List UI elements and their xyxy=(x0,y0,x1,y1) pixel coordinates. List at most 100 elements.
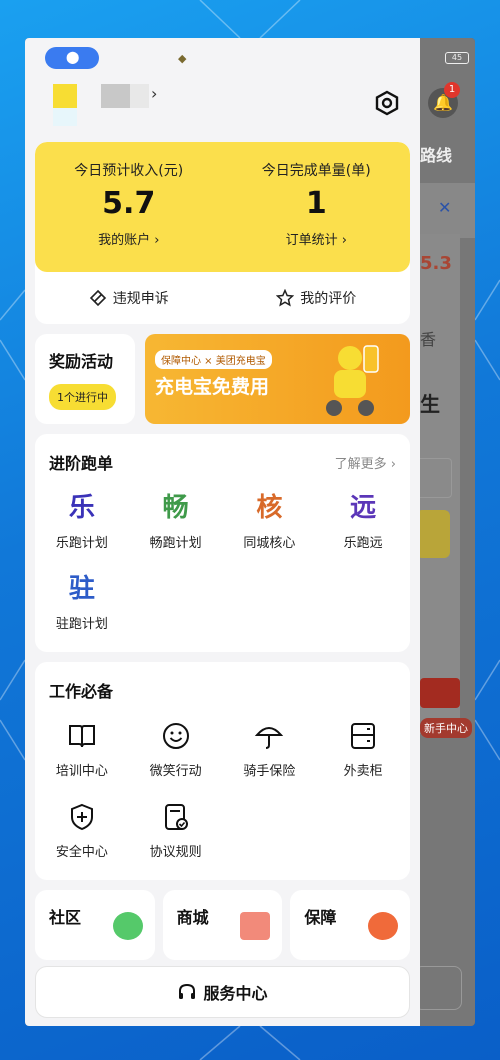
advanced-item[interactable]: 乐乐跑计划 xyxy=(35,482,129,563)
battery-indicator: 45 xyxy=(445,52,469,64)
route-label[interactable]: 路线 xyxy=(420,142,452,166)
cabinet-icon xyxy=(351,723,376,749)
work-header: 工作必备 xyxy=(35,662,410,710)
gift-icon xyxy=(420,678,460,708)
work-item[interactable]: 外卖柜 xyxy=(316,710,410,791)
location-pin-icon: ⬤ xyxy=(66,50,80,64)
gift-box-icon xyxy=(240,912,271,940)
income-label: 今日预计收入(元) xyxy=(74,163,184,179)
work-card: 工作必备 培训中心 微笑行动 骑手保险 外卖柜 安全中心 协议规则 xyxy=(35,662,410,880)
book-icon xyxy=(68,725,95,748)
advanced-item-label: 乐跑远 xyxy=(343,536,383,551)
newbie-center-label[interactable]: 新手中心 xyxy=(420,718,472,738)
plan-glyph-icon: 核 xyxy=(256,493,283,523)
income-value: 5.7 xyxy=(102,186,156,221)
status-bar: ⬤ ◆ xyxy=(25,38,420,72)
service-center-label: 服务中心 xyxy=(203,984,268,1003)
plan-glyph-icon: 乐 xyxy=(68,493,95,523)
chevron-right-icon[interactable]: › xyxy=(151,84,157,103)
my-review-button[interactable]: 我的评价 xyxy=(223,288,411,308)
advanced-header: 进阶跑单 了解更多 › xyxy=(35,434,410,482)
smile-icon xyxy=(162,723,189,749)
chat-bubble-icon xyxy=(112,912,143,940)
reward-title: 奖励活动 xyxy=(49,352,114,371)
work-item[interactable]: 安全中心 xyxy=(35,791,129,872)
settings-hexagon-icon[interactable] xyxy=(374,90,400,116)
appeal-button[interactable]: 违规申诉 xyxy=(35,288,223,308)
underlay-text: 香 xyxy=(420,330,437,349)
user-name-redacted[interactable] xyxy=(101,84,149,108)
shield-plus-icon xyxy=(70,803,93,831)
income-card: 今日预计收入(元) 5.7 我的账户 › 今日完成单量(单) 1 订单统计 › … xyxy=(35,142,410,324)
plan-glyph-icon: 远 xyxy=(350,493,377,523)
advanced-card: 进阶跑单 了解更多 › 乐乐跑计划 畅畅跑计划 核同城核心 远乐跑远 驻驻跑计划 xyxy=(35,434,410,652)
star-icon xyxy=(276,289,295,307)
appeal-label: 违规申诉 xyxy=(112,291,169,307)
umbrella-icon xyxy=(255,727,284,749)
advanced-item-label: 乐跑计划 xyxy=(55,536,108,551)
profile-header[interactable]: › xyxy=(25,72,420,142)
advanced-item[interactable]: 驻驻跑计划 xyxy=(35,563,129,644)
heart-icon xyxy=(368,912,399,940)
service-center-button[interactable]: 服务中心 xyxy=(35,966,410,1018)
notification-badge: 1 xyxy=(444,82,460,98)
my-review-label: 我的评价 xyxy=(300,291,357,307)
close-icon[interactable]: ✕ xyxy=(438,198,451,217)
promo-row: 奖励活动 1个进行中 保障中心 × 美团充电宝 充电宝免费用 xyxy=(35,334,410,424)
underlay-bottom-button[interactable] xyxy=(414,966,462,1010)
protection-card[interactable]: 保障 xyxy=(290,890,411,960)
status-small-icon: ◆ xyxy=(178,52,187,65)
work-item[interactable]: 微笑行动 xyxy=(129,710,223,791)
mall-card[interactable]: 商城 xyxy=(162,890,283,960)
orders-column[interactable]: 今日完成单量(单) 1 订单统计 › xyxy=(223,142,411,272)
phone-screen: 45 🔔 1 路线 ✕ 5.3 香 生 新手中心 ⬤ ◆ › 今日预计收入(元)… xyxy=(25,38,475,1026)
avatar[interactable] xyxy=(53,84,77,108)
income-column[interactable]: 今日预计收入(元) 5.7 我的账户 › xyxy=(35,142,223,272)
advanced-title: 进阶跑单 xyxy=(49,454,114,473)
work-item-label: 微笑行动 xyxy=(149,764,202,779)
advanced-item[interactable]: 核同城核心 xyxy=(223,482,317,563)
orders-label: 今日完成单量(单) xyxy=(261,163,371,179)
work-item[interactable]: 培训中心 xyxy=(35,710,129,791)
underlay-text: 生 xyxy=(420,392,440,416)
income-summary: 今日预计收入(元) 5.7 我的账户 › 今日完成单量(单) 1 订单统计 › xyxy=(35,142,410,272)
side-drawer: ⬤ ◆ › 今日预计收入(元) 5.7 我的账户 › 今日完成单量(单) 1 订… xyxy=(25,38,420,1026)
plan-glyph-icon: 畅 xyxy=(162,493,189,523)
work-item-label: 协议规则 xyxy=(149,845,202,860)
underlay-amount: 5.3 xyxy=(420,253,452,274)
work-grid: 培训中心 微笑行动 骑手保险 外卖柜 安全中心 协议规则 xyxy=(35,710,410,880)
advanced-grid: 乐乐跑计划 畅畅跑计划 核同城核心 远乐跑远 驻驻跑计划 xyxy=(35,482,410,652)
location-pill[interactable]: ⬤ xyxy=(45,47,99,69)
advanced-item-label: 畅跑计划 xyxy=(149,536,202,551)
work-item[interactable]: 协议规则 xyxy=(129,791,223,872)
my-account-link[interactable]: 我的账户 › xyxy=(35,229,223,248)
orders-value: 1 xyxy=(305,186,327,221)
underlay-button[interactable] xyxy=(416,510,450,558)
underlying-app: 45 🔔 1 路线 ✕ 5.3 香 生 新手中心 xyxy=(414,38,475,1026)
underlay-select[interactable] xyxy=(416,458,452,498)
work-item-label: 骑手保险 xyxy=(243,764,296,779)
document-check-icon xyxy=(164,804,188,830)
reward-count-pill: 1个进行中 xyxy=(49,384,116,410)
plan-glyph-icon: 驻 xyxy=(68,574,95,604)
bottom-cards-row: 社区 商城 保障 xyxy=(35,890,411,960)
rider-illustration-icon xyxy=(326,345,379,416)
advanced-item-label: 同城核心 xyxy=(243,536,296,551)
work-item-label: 培训中心 xyxy=(55,764,108,779)
work-title: 工作必备 xyxy=(49,682,114,701)
appeal-diamond-icon xyxy=(89,289,106,307)
community-card[interactable]: 社区 xyxy=(35,890,155,960)
reward-activity-card[interactable]: 奖励活动 1个进行中 xyxy=(35,334,135,424)
income-actions: 违规申诉 我的评价 xyxy=(35,272,410,324)
banner-headline: 充电宝免费用 xyxy=(155,376,270,398)
avatar-bottom xyxy=(53,108,77,126)
headset-icon xyxy=(179,983,196,999)
work-item[interactable]: 骑手保险 xyxy=(223,710,317,791)
order-stats-link[interactable]: 订单统计 › xyxy=(223,229,411,248)
advanced-item[interactable]: 远乐跑远 xyxy=(316,482,410,563)
banner-tag: 保障中心 × 美团充电宝 xyxy=(155,350,272,369)
charging-banner[interactable]: 保障中心 × 美团充电宝 充电宝免费用 xyxy=(145,334,410,424)
learn-more-link[interactable]: 了解更多 › xyxy=(335,453,396,472)
work-item-label: 外卖柜 xyxy=(343,764,383,779)
advanced-item[interactable]: 畅畅跑计划 xyxy=(129,482,223,563)
